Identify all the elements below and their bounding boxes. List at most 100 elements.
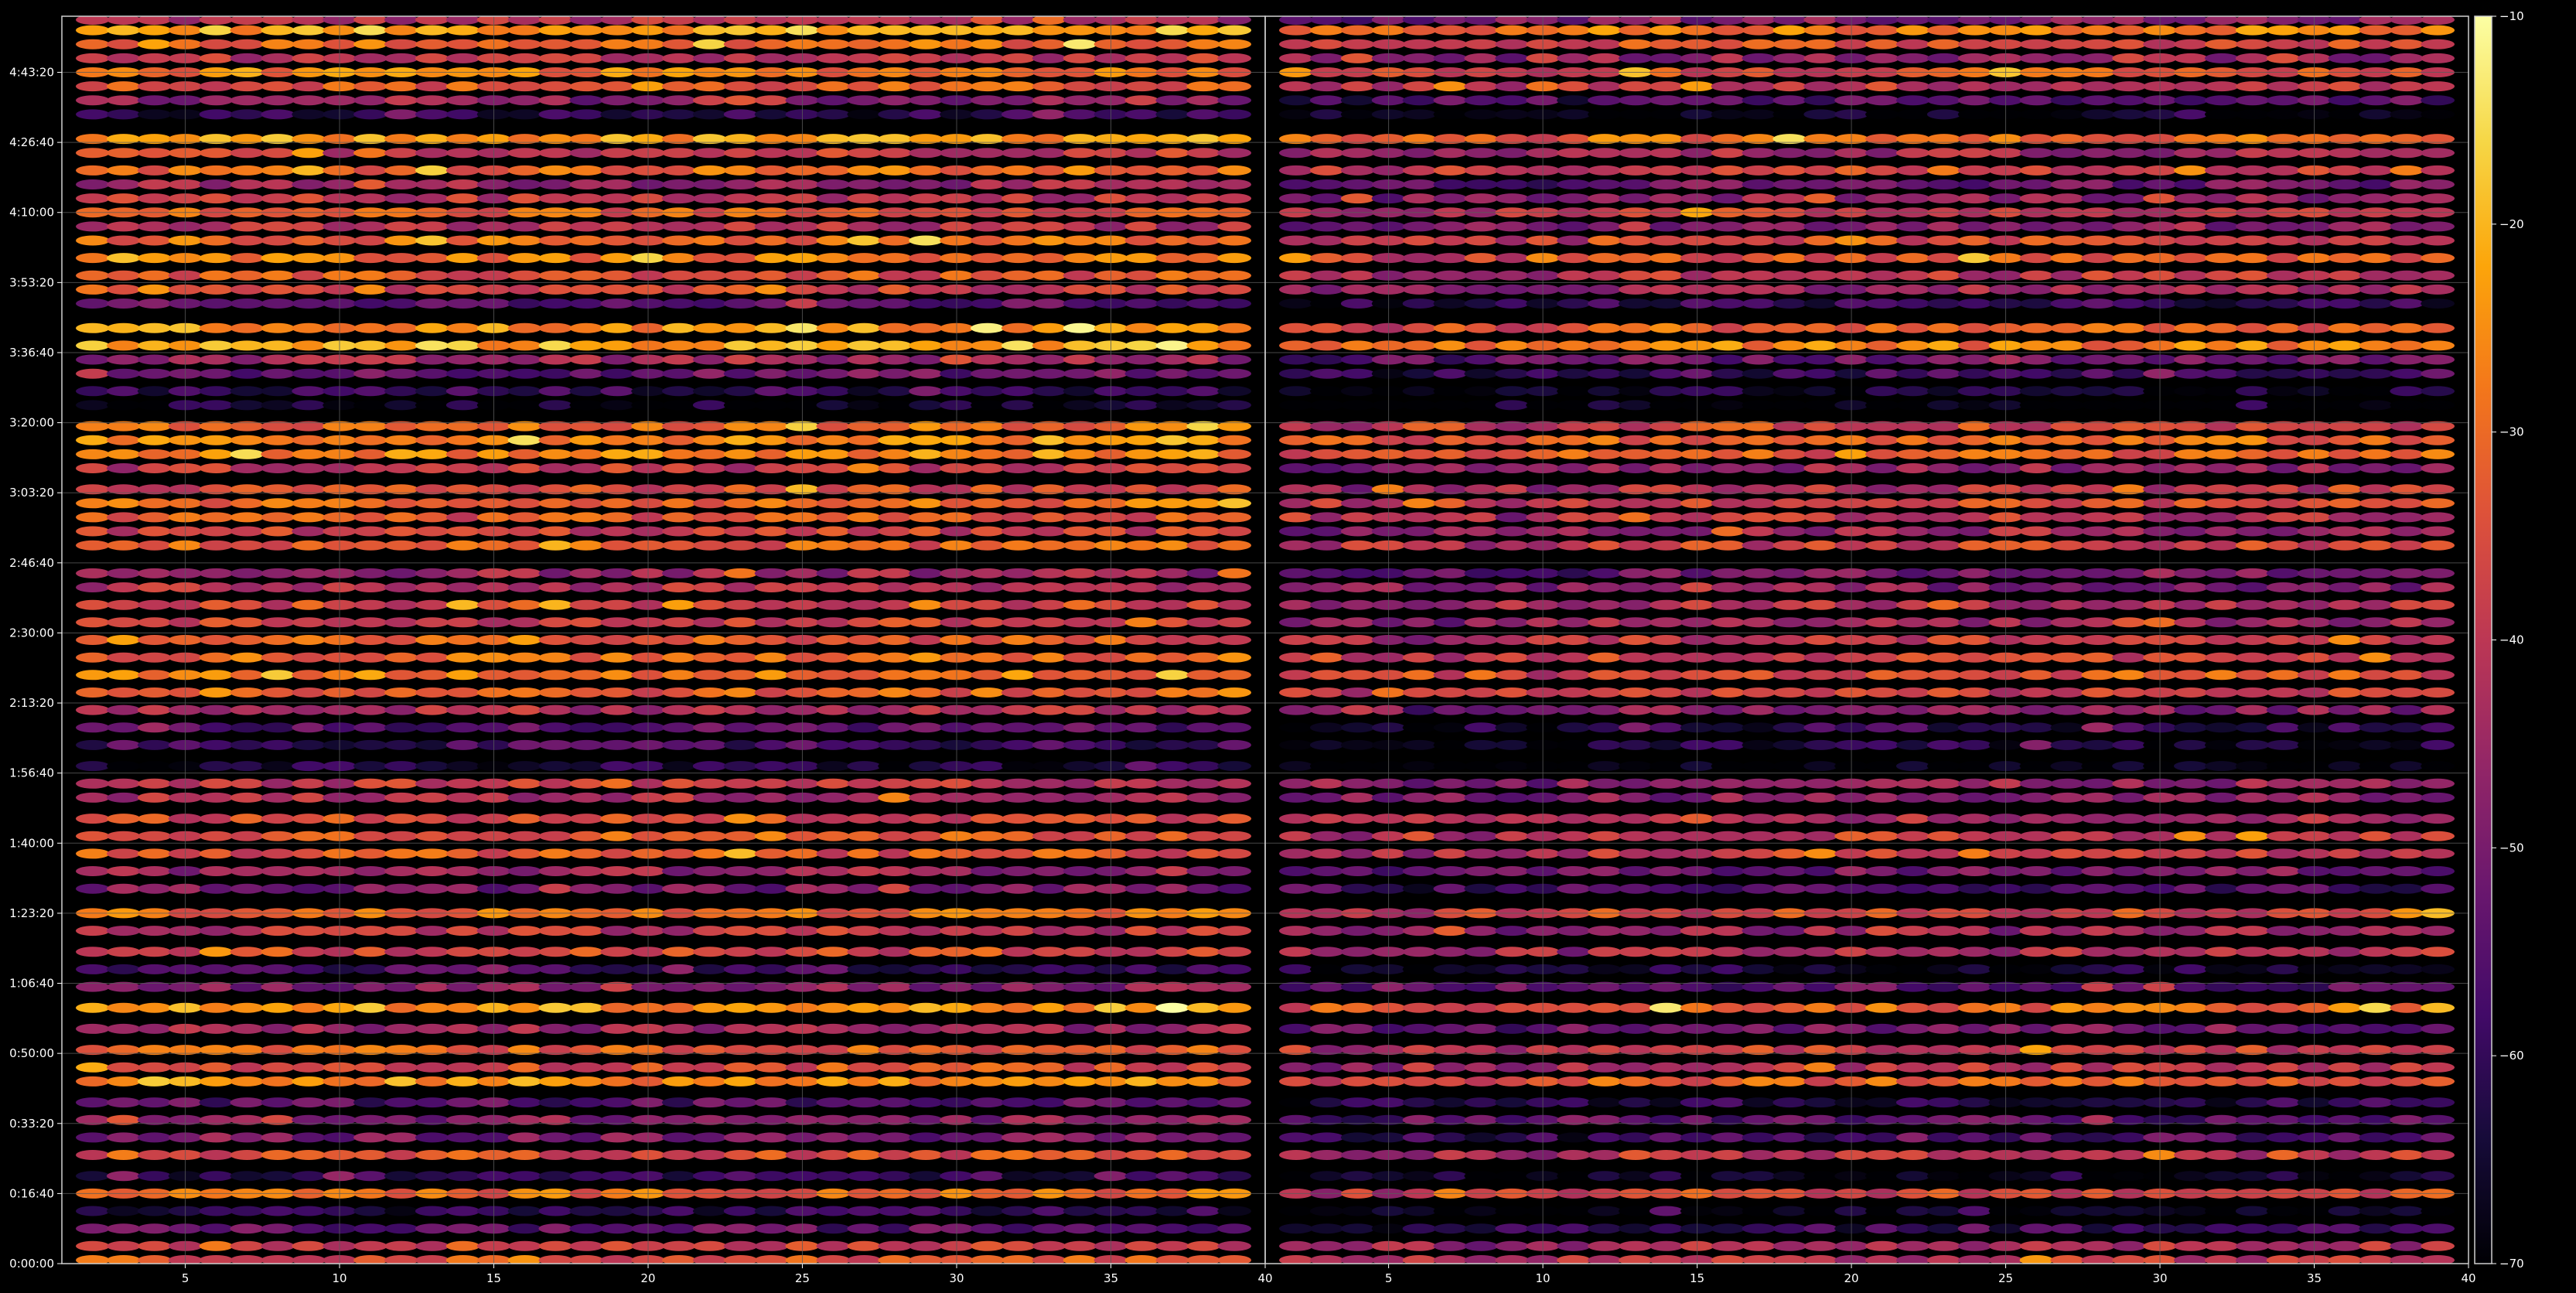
heatmap-cell [2328,340,2363,351]
heatmap-cell [2174,831,2208,841]
heatmap-cell [600,582,635,592]
heatmap-cell [569,53,604,63]
heatmap-cell [2112,670,2147,681]
heatmap-cell [847,526,882,537]
heatmap-cell [1649,270,1684,281]
heatmap-cell [1032,400,1066,411]
heatmap-cell [230,1150,264,1160]
heatmap-cell [1001,354,1036,365]
heatmap-cell [1618,221,1653,232]
heatmap-cell [1279,704,1313,715]
heatmap-cell [1124,53,1159,63]
heatmap-cell [384,449,418,459]
heatmap-cell [1186,95,1221,106]
heatmap-cell [2204,148,2239,159]
heatmap-cell [1155,165,1190,176]
heatmap-cell [2081,109,2116,120]
heatmap-cell [2421,179,2455,189]
heatmap-cell [754,498,789,509]
heatmap-cell [878,1097,913,1108]
heatmap-cell [1803,568,1838,578]
heatmap-cell [2174,284,2208,295]
heatmap-cell [292,848,326,859]
heatmap-cell [1032,1240,1066,1251]
heatmap-cell [1279,599,1313,610]
heatmap-cell [723,926,758,936]
heatmap-cell [754,1206,789,1216]
heatmap-cell [1001,109,1036,120]
heatmap-cell [816,964,851,974]
heatmap-cell [2174,498,2208,509]
heatmap-cell [2112,221,2147,232]
heatmap-cell [662,512,696,523]
heatmap-cell [2421,463,2455,473]
heatmap-cell [1495,540,1530,551]
heatmap-cell [1001,526,1036,537]
heatmap-cell [1124,778,1159,789]
heatmap-cell [909,792,943,803]
heatmap-cell [2174,53,2208,63]
heatmap-cell [816,761,851,772]
heatmap-cell [692,540,727,551]
heatmap-cell [723,1097,758,1108]
heatmap-cell [816,582,851,592]
heatmap-cell [2081,299,2116,309]
heatmap-cell [261,1097,295,1108]
heatmap-cell [662,652,696,663]
heatmap-cell [415,400,449,411]
heatmap-cell [909,1223,943,1234]
heatmap-cell [1557,498,1591,509]
heatmap-cell [1340,722,1375,733]
heatmap-cell [1711,498,1745,509]
heatmap-cell [1402,354,1437,365]
heatmap-cell [878,340,913,351]
heatmap-cell [1495,652,1530,663]
heatmap-cell [1124,1062,1159,1073]
heatmap-cell [292,386,326,397]
heatmap-cell [692,1062,727,1073]
heatmap-cell [2112,270,2147,281]
heatmap-cell [909,284,943,295]
heatmap-cell [1155,739,1190,750]
heatmap-cell [1032,340,1066,351]
heatmap-cell [1649,540,1684,551]
heatmap-cell [199,449,234,459]
heatmap-cell [723,193,758,204]
heatmap-cell [353,687,387,698]
heatmap-cell [1957,340,1992,351]
heatmap-cell [1865,831,1899,841]
heatmap-cell [538,498,573,509]
heatmap-cell [1124,25,1159,36]
heatmap-cell [1063,1062,1097,1073]
heatmap-cell [2266,284,2301,295]
heatmap-cell [1803,109,1838,120]
heatmap-cell [909,540,943,551]
heatmap-cell [1402,848,1437,859]
heatmap-cell [909,449,943,459]
heatmap-cell [261,814,295,824]
heatmap-cell [1588,435,1622,445]
heatmap-cell [445,354,480,365]
heatmap-cell [569,582,604,592]
heatmap-cell [1464,526,1499,537]
heatmap-cell [1495,449,1530,459]
heatmap-cell [1124,582,1159,592]
heatmap-cell [1186,848,1221,859]
heatmap-cell [662,109,696,120]
heatmap-cell [1032,463,1066,473]
heatmap-cell [199,25,234,36]
heatmap-cell [1433,866,1468,876]
heatmap-cell [569,814,604,824]
heatmap-cell [1340,687,1375,698]
heatmap-cell [1309,652,1344,663]
heatmap-cell [847,687,882,698]
heatmap-cell [2359,400,2393,411]
heatmap-cell [137,179,172,189]
heatmap-cell [2081,221,2116,232]
heatmap-cell [1926,582,1961,592]
heatmap-cell [1742,354,1776,365]
heatmap-cell [137,831,172,841]
heatmap-cell [1155,526,1190,537]
heatmap-cell [261,354,295,365]
heatmap-cell [2235,498,2270,509]
